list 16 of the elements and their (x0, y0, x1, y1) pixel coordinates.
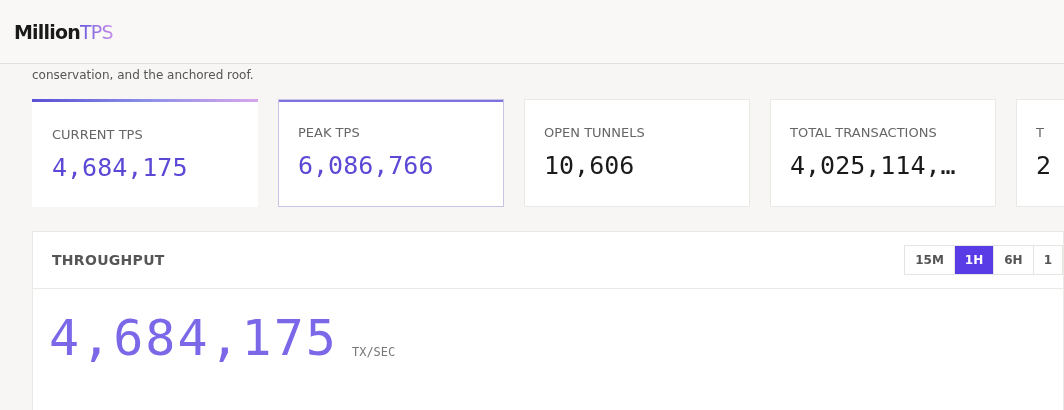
stat-value: 10,606 (544, 151, 635, 180)
stat-value: 2 (1036, 151, 1052, 180)
stat-label: CURRENT TPS (52, 127, 143, 142)
stat-value: 4,025,114,… (790, 151, 956, 180)
panel-title: THROUGHPUT (52, 252, 165, 268)
intro-text: conservation, and the anchored roof. (32, 68, 254, 82)
stat-label: PEAK TPS (298, 125, 360, 140)
throughput-value: 4,684,175 (49, 311, 338, 365)
stat-value: 6,086,766 (298, 151, 434, 180)
stat-label: TOTAL TRANSACTIONS (790, 125, 937, 140)
stat-label: OPEN TUNNELS (544, 125, 645, 140)
app-logo[interactable]: MillionTPS (14, 20, 113, 43)
unit-label: TX/SEC (351, 345, 396, 361)
range-tab[interactable]: 1H (954, 246, 995, 274)
stat-label: T (1036, 125, 1044, 140)
stat-value: 4,684,175 (52, 153, 188, 182)
